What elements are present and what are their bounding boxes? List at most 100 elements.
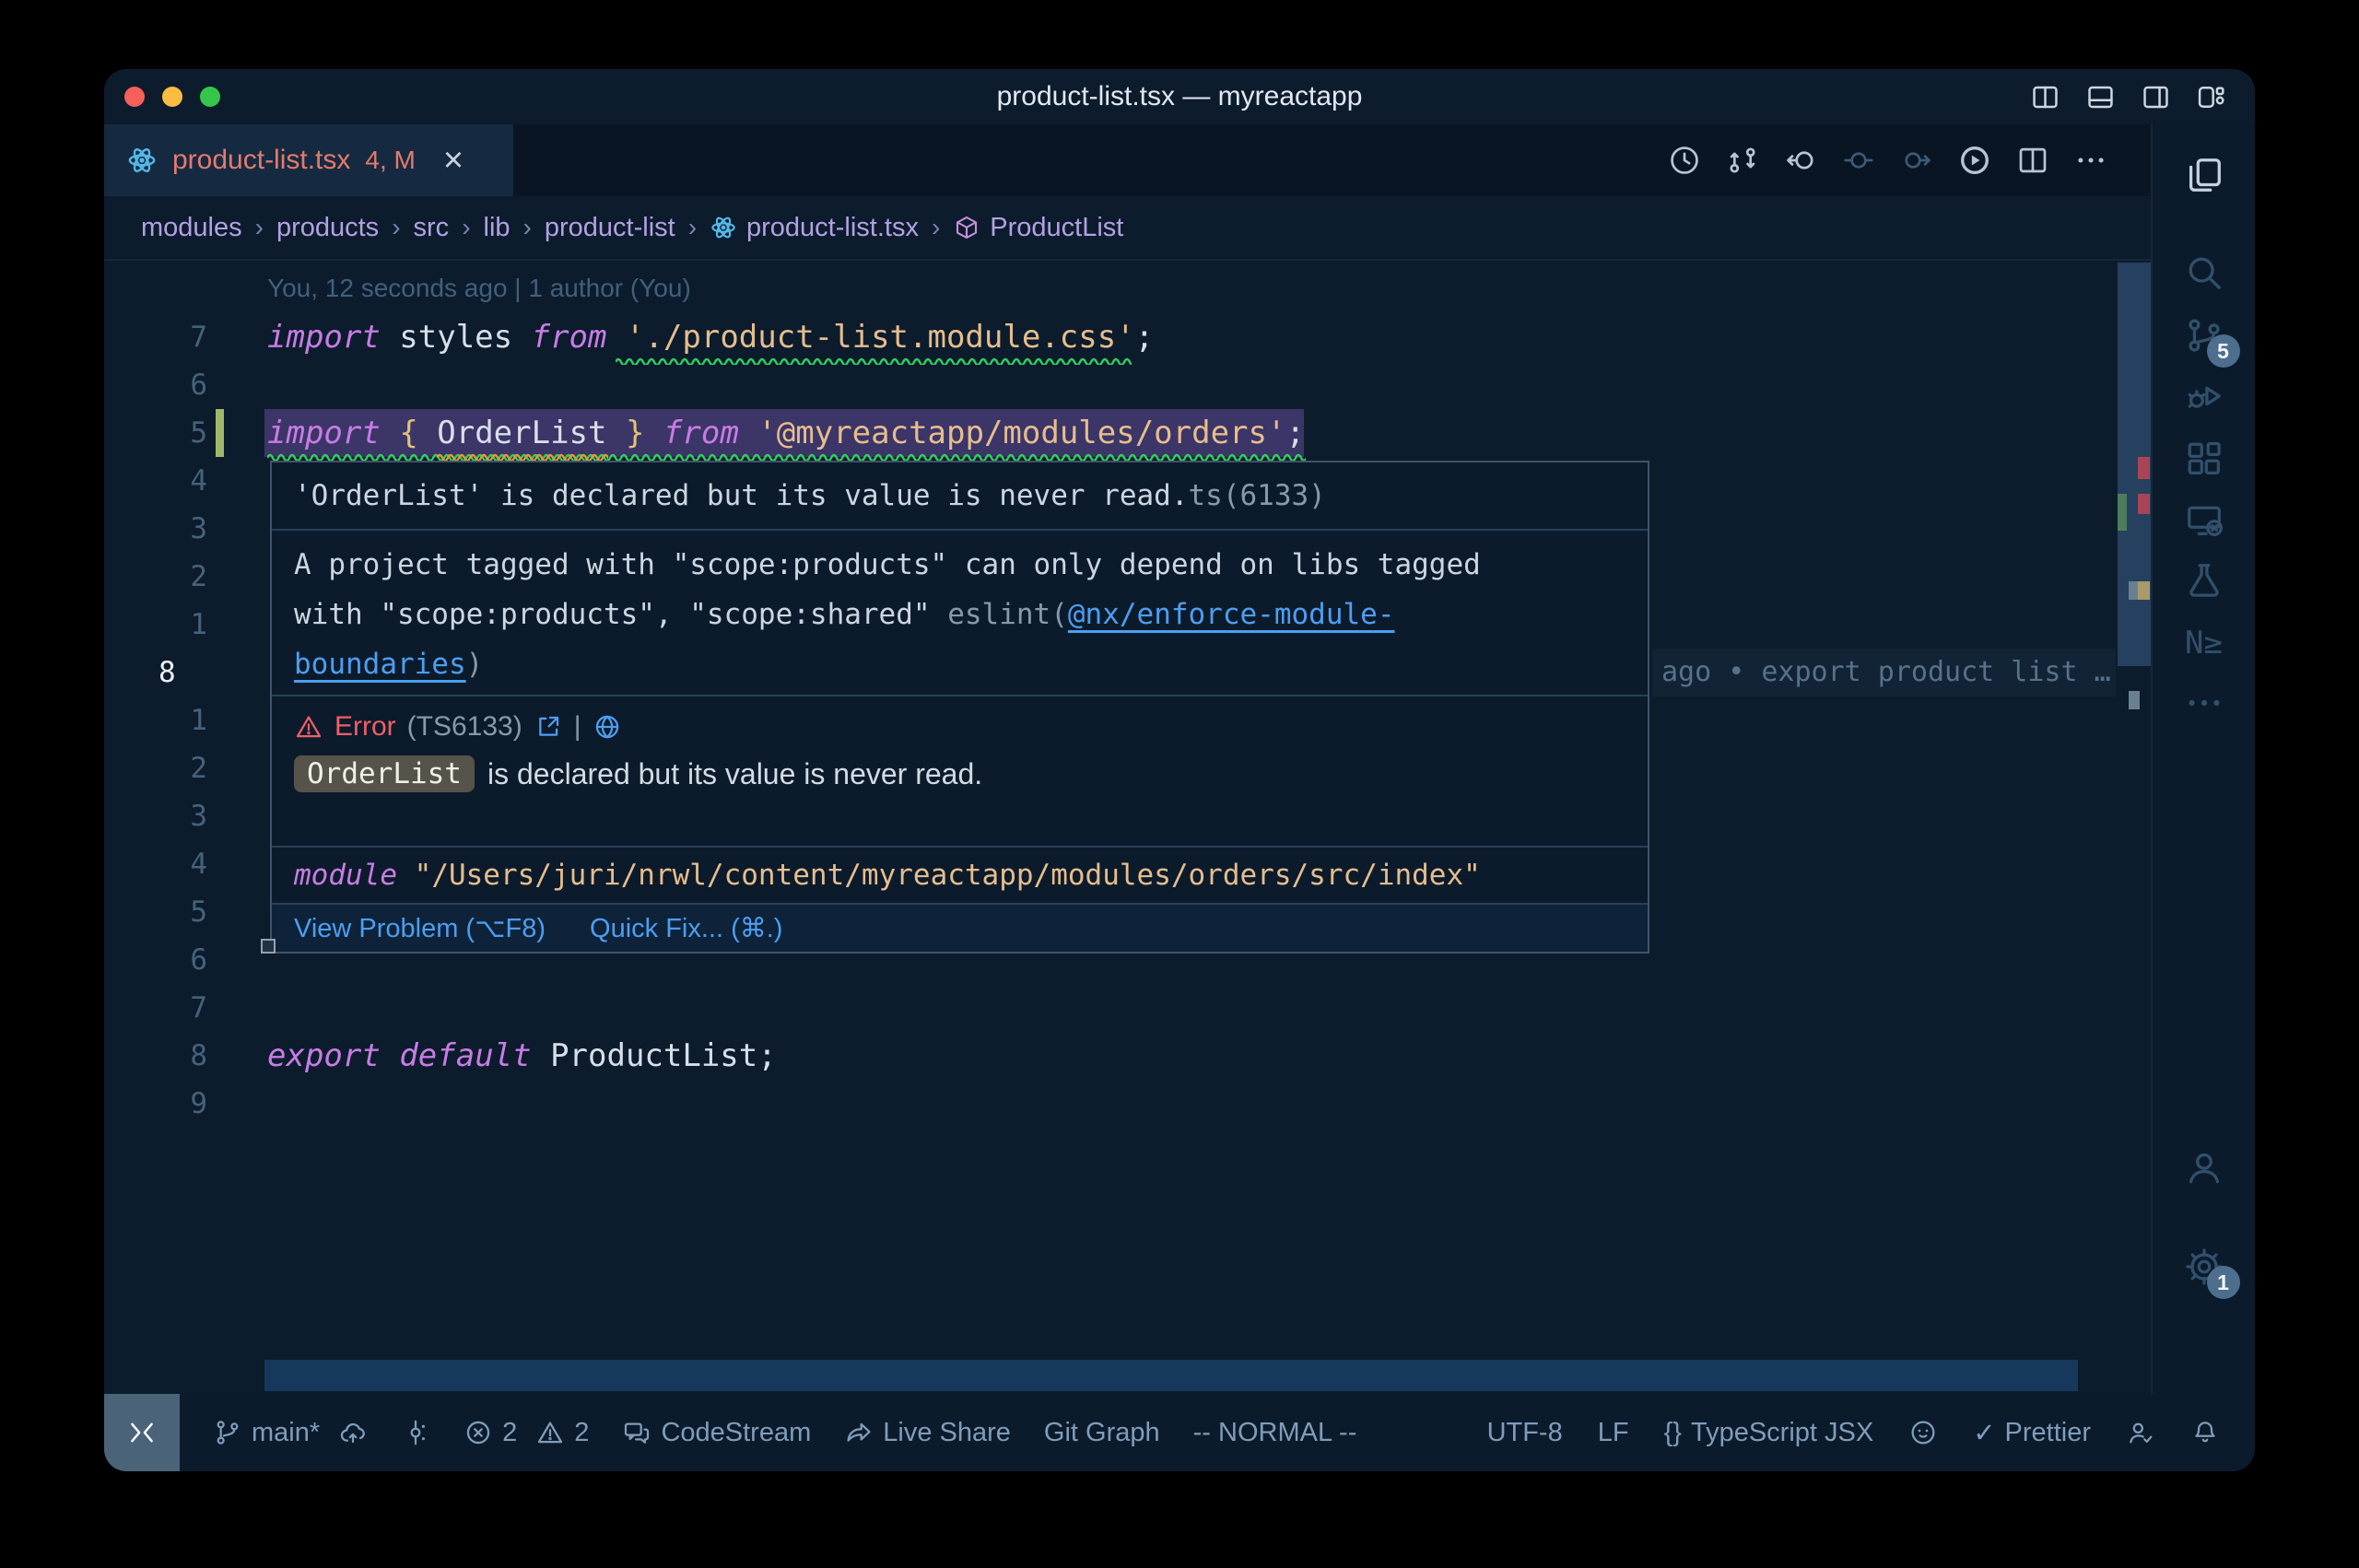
- run-circle-icon[interactable]: [1957, 143, 1992, 178]
- tooltip-resize-grip[interactable]: [261, 939, 276, 954]
- quick-fix-action[interactable]: Quick Fix... (⌘.): [590, 912, 782, 944]
- split-editor-icon[interactable]: [2015, 143, 2050, 178]
- code-editor[interactable]: You, 12 seconds ago | 1 author (You) 765…: [104, 261, 2151, 1394]
- eol[interactable]: LF: [1598, 1418, 1629, 1448]
- line-number[interactable]: 9: [104, 1080, 207, 1128]
- tab-close-icon[interactable]: ×: [443, 143, 464, 178]
- ts-error-message: 'OrderList' is declared but its value is…: [272, 462, 1648, 529]
- breadcrumb-separator: ›: [523, 213, 532, 242]
- line-number[interactable]: 6: [104, 361, 207, 409]
- sync-publish[interactable]: [338, 1418, 368, 1447]
- horizontal-scrollbar[interactable]: [264, 1360, 2078, 1391]
- line-number[interactable]: 3: [104, 792, 207, 840]
- line-number[interactable]: 2: [104, 553, 207, 601]
- eslint-error-message: A project tagged with "scope:products" c…: [272, 529, 1648, 695]
- titlebar-layout-icons: [2029, 69, 2227, 124]
- git-branch[interactable]: main*: [213, 1418, 320, 1448]
- eslint-rule-link[interactable]: @nx/enforce-module-: [1068, 598, 1395, 631]
- line-number[interactable]: 6: [104, 936, 207, 984]
- remote-explorer-icon[interactable]: [2183, 499, 2225, 542]
- breadcrumb-item-lib[interactable]: lib: [484, 213, 511, 243]
- nav-dot-icon[interactable]: [1841, 143, 1876, 178]
- git-commit[interactable]: [401, 1418, 430, 1447]
- nav-forward-icon[interactable]: [1899, 143, 1934, 178]
- nav-back-icon[interactable]: [1783, 143, 1818, 178]
- line-number[interactable]: 1: [104, 601, 207, 649]
- overview-ruler-mark: [2118, 494, 2127, 531]
- git-commit-icon: [401, 1418, 430, 1447]
- line-number[interactable]: 7: [104, 313, 207, 361]
- codestream[interactable]: CodeStream: [622, 1418, 811, 1448]
- globe-icon[interactable]: [593, 712, 622, 742]
- git-change-indicator: [216, 409, 224, 457]
- inline-blame-annotation: ago • export product list …: [1661, 649, 2111, 696]
- line-number[interactable]: 4: [104, 457, 207, 505]
- eslint-rule-link-2[interactable]: boundaries: [294, 648, 466, 681]
- view-problem-action[interactable]: View Problem (⌥F8): [294, 912, 546, 944]
- external-link-icon[interactable]: [534, 712, 563, 742]
- history-icon[interactable]: [1667, 143, 1702, 178]
- more-dots-icon[interactable]: [2073, 143, 2108, 178]
- chat-icon: [622, 1418, 651, 1447]
- layout-left-icon[interactable]: [2029, 81, 2061, 113]
- breadcrumb-item-modules[interactable]: modules: [141, 213, 242, 243]
- layout-custom-icon[interactable]: [2195, 81, 2227, 113]
- squiggly-underline: [616, 353, 1132, 361]
- vim-mode[interactable]: -- NORMAL --: [1193, 1418, 1357, 1448]
- badge: 1: [2207, 1266, 2240, 1299]
- tab-product-list[interactable]: product-list.tsx 4, M ×: [104, 124, 513, 196]
- live-share[interactable]: Live Share: [844, 1418, 1011, 1448]
- error-label: Error: [334, 711, 396, 743]
- line-number[interactable]: 1: [104, 696, 207, 744]
- titlebar: product-list.tsx — myreactapp: [104, 69, 2255, 124]
- layout-bottom-icon[interactable]: [2084, 81, 2117, 113]
- overview-ruler-mark: [2138, 457, 2150, 479]
- bell-icon: [2190, 1418, 2220, 1447]
- source-control-icon[interactable]: 5: [2183, 314, 2225, 357]
- language-mode[interactable]: {}TypeScript JSX: [1664, 1418, 1874, 1448]
- breadcrumb-item-products[interactable]: products: [276, 213, 379, 243]
- breadcrumb-separator: ›: [932, 213, 940, 242]
- files-icon[interactable]: [2183, 154, 2225, 196]
- gear-icon[interactable]: 1: [2183, 1246, 2225, 1288]
- breadcrumb-separator: ›: [392, 213, 400, 242]
- activity-bar: 5 N≥ 1: [2151, 124, 2255, 1394]
- more-dots-icon[interactable]: [2183, 682, 2225, 724]
- remote-indicator[interactable]: [104, 1394, 180, 1471]
- prettier[interactable]: ✓Prettier: [1973, 1417, 2091, 1449]
- notifications[interactable]: [2190, 1418, 2220, 1447]
- beaker-icon[interactable]: [2183, 559, 2225, 602]
- current-line-number[interactable]: 8: [158, 649, 232, 696]
- line-number[interactable]: 7: [104, 984, 207, 1032]
- overview-ruler-mark: [2129, 581, 2138, 600]
- debug-icon[interactable]: [2183, 375, 2225, 417]
- warning-triangle-icon: [535, 1418, 565, 1447]
- overview-ruler[interactable]: [2116, 261, 2151, 1394]
- github[interactable]: [1908, 1418, 1938, 1447]
- problems-errors[interactable]: 2: [464, 1418, 517, 1448]
- line-number[interactable]: 3: [104, 505, 207, 553]
- line-number[interactable]: 5: [104, 888, 207, 936]
- encoding[interactable]: UTF-8: [1487, 1418, 1563, 1448]
- extensions-icon[interactable]: [2183, 438, 2225, 480]
- breadcrumb-item-src[interactable]: src: [414, 213, 450, 243]
- account-icon[interactable]: [2183, 1146, 2225, 1188]
- breadcrumb-item-productlist[interactable]: ProductList: [953, 213, 1123, 243]
- code-line[interactable]: export default ProductList;: [267, 1032, 777, 1080]
- warning-icon: [294, 712, 323, 742]
- git-graph[interactable]: Git Graph: [1044, 1418, 1160, 1448]
- search-icon[interactable]: [2183, 252, 2225, 294]
- compare-changes-icon[interactable]: [1725, 143, 1760, 178]
- breadcrumb-item-product-list-tsx[interactable]: product-list.tsx: [710, 213, 919, 243]
- module-path-line: module "/Users/juri/nrwl/content/myreact…: [272, 846, 1648, 903]
- line-number[interactable]: 8: [104, 1032, 207, 1080]
- layout-right-icon[interactable]: [2140, 81, 2172, 113]
- line-number[interactable]: 2: [104, 744, 207, 792]
- problems-warnings[interactable]: 2: [535, 1418, 589, 1448]
- breadcrumb-separator: ›: [688, 213, 697, 242]
- breadcrumb-item-product-list[interactable]: product-list: [545, 213, 675, 243]
- line-number[interactable]: 4: [104, 840, 207, 888]
- line-number[interactable]: 5: [104, 409, 207, 457]
- nx-console-icon[interactable]: N≥: [2183, 622, 2225, 664]
- accounts[interactable]: [2126, 1418, 2155, 1447]
